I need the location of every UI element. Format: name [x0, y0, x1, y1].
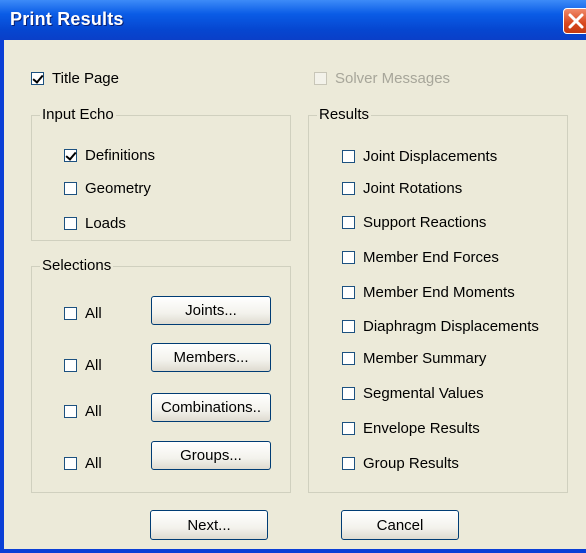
input-echo-label: Input Echo: [40, 106, 116, 123]
select-all-groups-checkbox[interactable]: All: [64, 455, 102, 472]
envelope-results-check-box[interactable]: [342, 422, 355, 435]
support-reactions-checkbox[interactable]: Support Reactions: [342, 214, 486, 231]
results-label: Results: [317, 106, 372, 123]
support-reactions-label: Support Reactions: [363, 214, 487, 231]
close-icon: [568, 13, 584, 29]
groups-button-label: Groups...: [180, 447, 242, 464]
cancel-button[interactable]: Cancel: [341, 510, 459, 540]
title-page-check-box[interactable]: [31, 72, 44, 85]
window-bottom-border: [0, 549, 586, 553]
definitions-label: Definitions: [85, 147, 156, 164]
joints-button[interactable]: Joints...: [151, 296, 271, 325]
segmental-values-label: Segmental Values: [363, 385, 484, 402]
dialog-body: Title Page Solver Messages Input Echo De…: [4, 40, 586, 549]
title-page-label: Title Page: [52, 70, 119, 87]
joint-rotations-label: Joint Rotations: [363, 180, 463, 197]
joint-rotations-checkbox[interactable]: Joint Rotations: [342, 180, 462, 197]
select-all-members-label: All: [85, 357, 102, 374]
geometry-checkbox[interactable]: Geometry: [64, 180, 151, 197]
title-page-checkbox[interactable]: Title Page: [31, 70, 119, 87]
envelope-results-label: Envelope Results: [363, 420, 480, 437]
loads-checkbox[interactable]: Loads: [64, 215, 126, 232]
solver-messages-label: Solver Messages: [335, 70, 451, 87]
joints-button-label: Joints...: [185, 302, 237, 319]
group-results-checkbox[interactable]: Group Results: [342, 455, 459, 472]
diaphragm-displacements-checkbox[interactable]: Diaphragm Displacements: [342, 318, 539, 335]
envelope-results-checkbox[interactable]: Envelope Results: [342, 420, 480, 437]
member-end-moments-label: Member End Moments: [363, 284, 515, 301]
select-all-groups-check-box[interactable]: [64, 457, 77, 470]
members-button[interactable]: Members...: [151, 343, 271, 372]
combinations-button[interactable]: Combinations..: [151, 393, 271, 422]
window-title: Print Results: [10, 9, 124, 29]
selections-label: Selections: [40, 257, 114, 274]
joint-displacements-check-box[interactable]: [342, 150, 355, 163]
select-all-joints-check-box[interactable]: [64, 307, 77, 320]
combinations-button-label: Combinations..: [160, 399, 262, 416]
select-all-joints-label: All: [85, 305, 102, 322]
title-bar[interactable]: Print Results: [0, 0, 586, 40]
solver-messages-check-box[interactable]: [314, 72, 327, 85]
segmental-values-checkbox[interactable]: Segmental Values: [342, 385, 484, 402]
member-end-moments-checkbox[interactable]: Member End Moments: [342, 284, 515, 301]
joint-displacements-checkbox[interactable]: Joint Displacements: [342, 148, 497, 165]
next-button[interactable]: Next...: [150, 510, 268, 540]
geometry-check-box[interactable]: [64, 182, 77, 195]
member-end-forces-check-box[interactable]: [342, 251, 355, 264]
close-button[interactable]: [563, 8, 586, 34]
loads-check-box[interactable]: [64, 217, 77, 230]
member-end-forces-checkbox[interactable]: Member End Forces: [342, 249, 499, 266]
segmental-values-check-box[interactable]: [342, 387, 355, 400]
definitions-checkbox[interactable]: Definitions: [64, 147, 155, 164]
select-all-combinations-label: All: [85, 403, 102, 420]
select-all-members-check-box[interactable]: [64, 359, 77, 372]
geometry-label: Geometry: [85, 180, 151, 197]
group-results-label: Group Results: [363, 455, 459, 472]
group-results-check-box[interactable]: [342, 457, 355, 470]
loads-label: Loads: [85, 215, 126, 232]
joint-rotations-check-box[interactable]: [342, 182, 355, 195]
member-summary-check-box[interactable]: [342, 352, 355, 365]
select-all-joints-checkbox[interactable]: All: [64, 305, 102, 322]
diaphragm-displacements-check-box[interactable]: [342, 320, 355, 333]
member-end-moments-check-box[interactable]: [342, 286, 355, 299]
select-all-combinations-check-box[interactable]: [64, 405, 77, 418]
select-all-members-checkbox[interactable]: All: [64, 357, 102, 374]
members-button-label: Members...: [173, 349, 249, 366]
select-all-combinations-checkbox[interactable]: All: [64, 403, 102, 420]
diaphragm-displacements-label: Diaphragm Displacements: [363, 318, 539, 335]
member-summary-label: Member Summary: [363, 350, 487, 367]
groups-button[interactable]: Groups...: [151, 441, 271, 470]
joint-displacements-label: Joint Displacements: [363, 148, 498, 165]
next-button-label: Next...: [187, 516, 231, 534]
definitions-check-box[interactable]: [64, 149, 77, 162]
support-reactions-check-box[interactable]: [342, 216, 355, 229]
cancel-button-label: Cancel: [376, 516, 424, 534]
member-summary-checkbox[interactable]: Member Summary: [342, 350, 486, 367]
solver-messages-checkbox[interactable]: Solver Messages: [314, 70, 450, 87]
member-end-forces-label: Member End Forces: [363, 249, 499, 266]
print-results-dialog: Print Results Title Page Solver Messages…: [0, 0, 586, 553]
select-all-groups-label: All: [85, 455, 102, 472]
